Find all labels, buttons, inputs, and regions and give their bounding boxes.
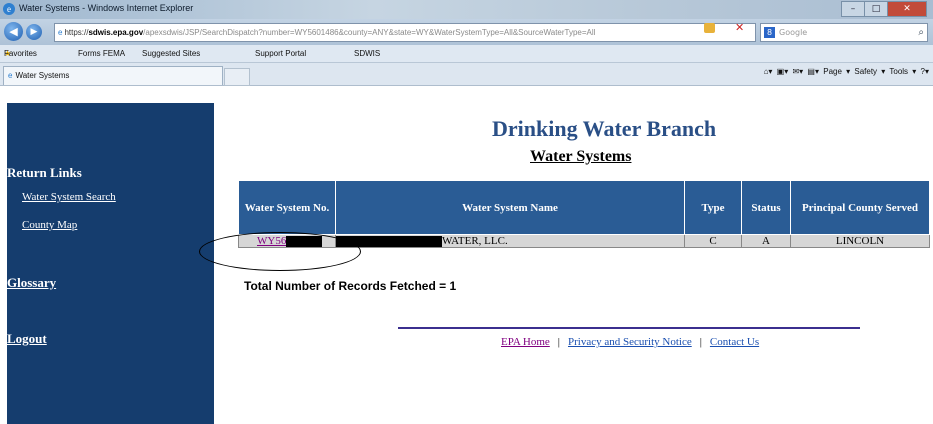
epa-home-link[interactable]: EPA Home xyxy=(501,336,550,348)
maximize-button[interactable]: □ xyxy=(864,1,888,17)
new-tab-button[interactable] xyxy=(224,68,250,86)
col-water-system-no: Water System No. xyxy=(238,180,336,235)
fav-forms-fema[interactable]: Forms FEMA xyxy=(78,45,125,62)
search-icon[interactable]: ⌕ xyxy=(918,24,924,41)
footer-divider xyxy=(398,327,860,329)
close-button[interactable]: ✕ xyxy=(887,1,927,17)
col-status: Status xyxy=(741,180,791,235)
navigation-bar: ◀ ▶ e https://sdwis.epa.gov/apexsdwis/JSP… xyxy=(0,19,933,45)
fav-suggested-sites[interactable]: Suggested Sites xyxy=(142,45,200,62)
cell-system-name: WATER, LLC. xyxy=(335,234,685,248)
sidebar: Return Links Water System Search County … xyxy=(7,103,214,424)
google-icon: 8 xyxy=(764,27,775,38)
window-controls: – □ ✕ xyxy=(841,1,927,17)
page-subtitle: Water Systems xyxy=(530,148,632,165)
tab-bar: e Water Systems ⌂▾ ▣▾ ✉▾ ▤▾ Page ▾ Safety… xyxy=(0,63,933,86)
fav-sdwis[interactable]: SDWIS xyxy=(354,45,380,62)
county-map-link[interactable]: County Map xyxy=(22,219,77,231)
back-button[interactable]: ◀ xyxy=(4,22,23,41)
logout-link[interactable]: Logout xyxy=(7,331,47,347)
col-type: Type xyxy=(684,180,742,235)
water-system-search-link[interactable]: Water System Search xyxy=(22,191,116,203)
glossary-link[interactable]: Glossary xyxy=(7,275,56,291)
address-bar[interactable]: e https://sdwis.epa.gov/apexsdwis/JSP/Sea… xyxy=(54,23,756,42)
col-principal-county: Principal County Served xyxy=(790,180,930,235)
page-title: Drinking Water Branch xyxy=(492,116,717,141)
favorites-bar: ★ Favorites Forms FEMA Suggested Sites S… xyxy=(0,45,933,63)
contact-link[interactable]: Contact Us xyxy=(710,336,759,348)
cell-county: LINCOLN xyxy=(790,234,930,248)
ie-logo-icon: e xyxy=(3,3,15,15)
fav-support-portal[interactable]: Support Portal xyxy=(255,45,306,62)
print-icon[interactable]: ▤▾ xyxy=(807,67,819,76)
forward-button[interactable]: ▶ xyxy=(26,24,42,40)
window-title-bar: e Water Systems - Windows Internet Explo… xyxy=(0,0,933,19)
page-content: Return Links Water System Search County … xyxy=(0,86,933,424)
footer-links: EPA Home | Privacy and Security Notice | Con… xyxy=(501,336,760,348)
window-title: Water Systems - Windows Internet Explore… xyxy=(19,3,194,13)
cell-status: A xyxy=(741,234,791,248)
page-icon: e xyxy=(8,71,13,80)
privacy-link[interactable]: Privacy and Security Notice xyxy=(568,336,692,348)
highlight-ellipse xyxy=(199,232,361,271)
feeds-icon[interactable]: ▣▾ xyxy=(777,67,789,76)
lock-icon[interactable] xyxy=(704,23,715,33)
search-input[interactable]: 8 Google ⌕ xyxy=(760,23,928,42)
cell-type: C xyxy=(684,234,742,248)
command-bar[interactable]: ⌂▾ ▣▾ ✉▾ ▤▾ Page ▾ Safety ▾ Tools ▾ ?▾ xyxy=(764,67,929,76)
col-water-system-name: Water System Name xyxy=(335,180,685,235)
help-icon[interactable]: ?▾ xyxy=(921,67,929,76)
mail-icon[interactable]: ✉▾ xyxy=(792,67,803,76)
page-icon: e xyxy=(58,28,63,37)
water-systems-table: Water System No. Water System Name Type … xyxy=(238,180,930,248)
table-header-row: Water System No. Water System Name Type … xyxy=(238,180,930,235)
tab-water-systems[interactable]: e Water Systems xyxy=(3,66,223,85)
minimize-button[interactable]: – xyxy=(841,1,865,17)
home-icon[interactable]: ⌂▾ xyxy=(764,67,773,76)
stop-icon[interactable]: ✕ xyxy=(735,22,747,33)
total-records: Total Number of Records Fetched = 1 xyxy=(244,279,457,293)
return-links-heading: Return Links xyxy=(7,165,82,180)
